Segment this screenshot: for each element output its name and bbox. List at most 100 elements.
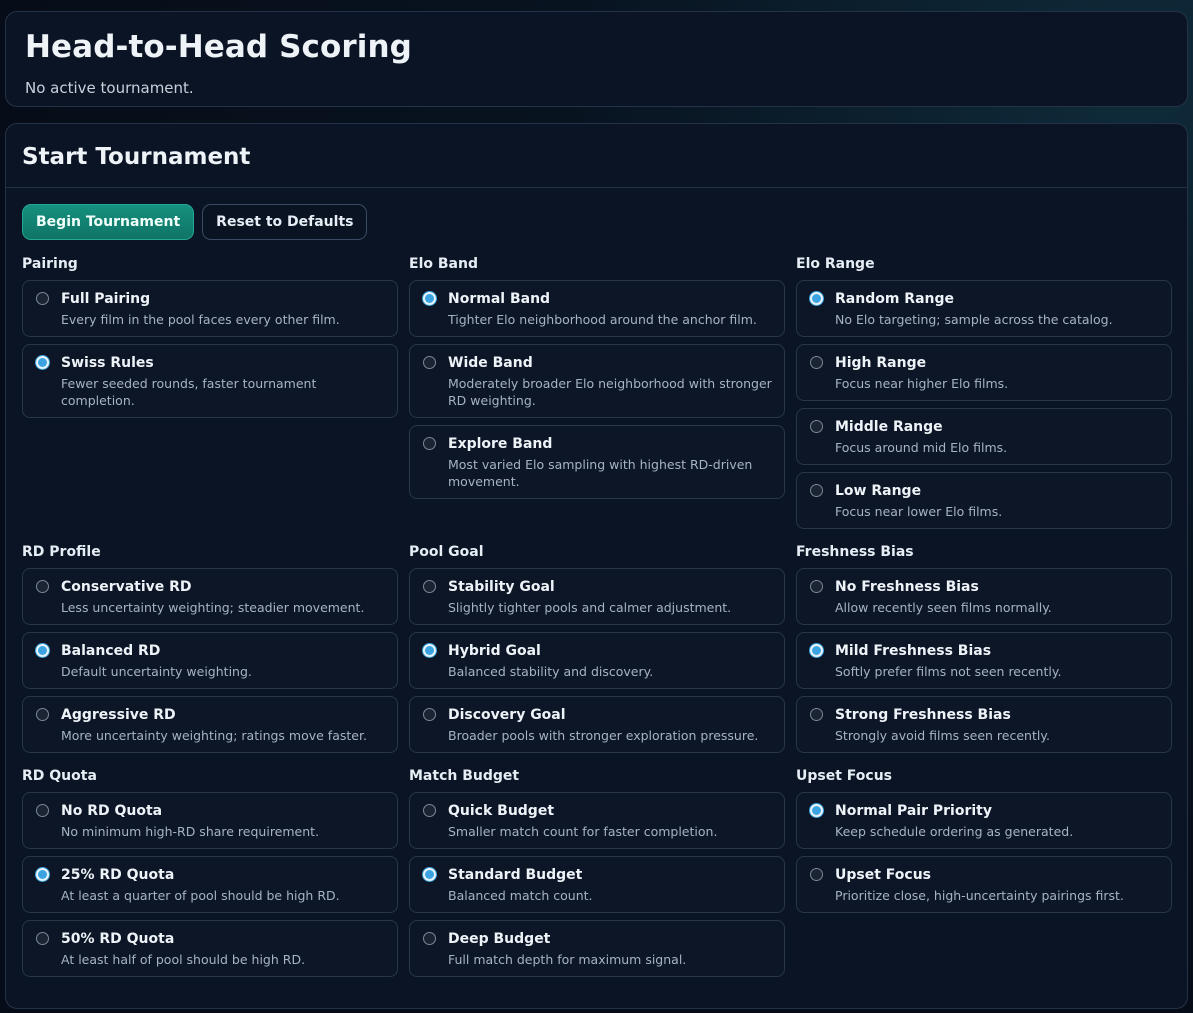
option-name: Stability Goal	[448, 579, 555, 595]
radio-icon[interactable]	[423, 868, 436, 881]
panel-title: Start Tournament	[22, 143, 251, 170]
start-tournament-panel: Start Tournament Begin Tournament Reset …	[5, 123, 1188, 1009]
option-name: Conservative RD	[61, 579, 192, 595]
option-low-range[interactable]: Low Range Focus near lower Elo films.	[796, 472, 1172, 529]
option-desc: No Elo targeting; sample across the cata…	[835, 312, 1113, 327]
option-desc: At least a quarter of pool should be hig…	[61, 888, 340, 903]
option-name: Hybrid Goal	[448, 643, 541, 659]
group-upset-focus: Upset Focus Normal Pair Priority Keep sc…	[796, 767, 1172, 920]
group-pool-goal: Pool Goal Stability Goal Slightly tighte…	[409, 543, 785, 760]
radio-icon[interactable]	[423, 804, 436, 817]
option-desc: Fewer seeded rounds, faster tournament c…	[61, 376, 317, 408]
option-normal-band[interactable]: Normal Band Tighter Elo neighborhood aro…	[409, 280, 785, 337]
option-name: Middle Range	[835, 419, 943, 435]
option-desc: Most varied Elo sampling with highest RD…	[448, 457, 753, 489]
radio-icon[interactable]	[810, 292, 823, 305]
option-high-range[interactable]: High Range Focus near higher Elo films.	[796, 344, 1172, 401]
option-desc: Balanced match count.	[448, 888, 593, 903]
radio-icon[interactable]	[423, 437, 436, 450]
option-normal-pair-priority[interactable]: Normal Pair Priority Keep schedule order…	[796, 792, 1172, 849]
option-random-range[interactable]: Random Range No Elo targeting; sample ac…	[796, 280, 1172, 337]
radio-icon[interactable]	[36, 292, 49, 305]
option-name: Upset Focus	[835, 867, 931, 883]
option-25-rd-quota[interactable]: 25% RD Quota At least a quarter of pool …	[22, 856, 398, 913]
radio-icon[interactable]	[423, 580, 436, 593]
option-conservative-rd[interactable]: Conservative RD Less uncertainty weighti…	[22, 568, 398, 625]
option-explore-band[interactable]: Explore Band Most varied Elo sampling wi…	[409, 425, 785, 499]
option-full-pairing[interactable]: Full Pairing Every film in the pool face…	[22, 280, 398, 337]
radio-icon[interactable]	[36, 644, 49, 657]
option-discovery-goal[interactable]: Discovery Goal Broader pools with strong…	[409, 696, 785, 753]
option-name: No Freshness Bias	[835, 579, 979, 595]
option-upset-focus[interactable]: Upset Focus Prioritize close, high-uncer…	[796, 856, 1172, 913]
option-name: Wide Band	[448, 355, 533, 371]
option-name: Full Pairing	[61, 291, 151, 307]
tournament-status: No active tournament.	[25, 79, 194, 97]
group-title: Elo Range	[796, 256, 875, 272]
option-desc: Broader pools with stronger exploration …	[448, 728, 759, 743]
radio-icon[interactable]	[810, 708, 823, 721]
option-no-rd-quota[interactable]: No RD Quota No minimum high-RD share req…	[22, 792, 398, 849]
radio-icon[interactable]	[810, 420, 823, 433]
radio-icon[interactable]	[810, 356, 823, 369]
radio-icon[interactable]	[423, 708, 436, 721]
option-balanced-rd[interactable]: Balanced RD Default uncertainty weightin…	[22, 632, 398, 689]
radio-icon[interactable]	[36, 804, 49, 817]
option-middle-range[interactable]: Middle Range Focus around mid Elo films.	[796, 408, 1172, 465]
option-desc: Every film in the pool faces every other…	[61, 312, 340, 327]
radio-icon[interactable]	[810, 868, 823, 881]
option-swiss-rules[interactable]: Swiss Rules Fewer seeded rounds, faster …	[22, 344, 398, 418]
radio-icon[interactable]	[36, 708, 49, 721]
radio-icon[interactable]	[36, 356, 49, 369]
radio-icon[interactable]	[36, 932, 49, 945]
group-title: RD Quota	[22, 768, 97, 784]
option-name: Normal Pair Priority	[835, 803, 992, 819]
radio-icon[interactable]	[423, 932, 436, 945]
radio-icon[interactable]	[36, 868, 49, 881]
option-50-rd-quota[interactable]: 50% RD Quota At least half of pool shoul…	[22, 920, 398, 977]
radio-icon[interactable]	[810, 804, 823, 817]
radio-icon[interactable]	[810, 484, 823, 497]
option-name: Explore Band	[448, 436, 553, 452]
option-no-freshness-bias[interactable]: No Freshness Bias Allow recently seen fi…	[796, 568, 1172, 625]
reset-defaults-button[interactable]: Reset to Defaults	[202, 204, 368, 240]
option-strong-freshness-bias[interactable]: Strong Freshness Bias Strongly avoid fil…	[796, 696, 1172, 753]
option-desc: Focus near higher Elo films.	[835, 376, 1009, 391]
option-deep-budget[interactable]: Deep Budget Full match depth for maximum…	[409, 920, 785, 977]
option-name: Normal Band	[448, 291, 551, 307]
option-mild-freshness-bias[interactable]: Mild Freshness Bias Softly prefer films …	[796, 632, 1172, 689]
option-quick-budget[interactable]: Quick Budget Smaller match count for fas…	[409, 792, 785, 849]
option-wide-band[interactable]: Wide Band Moderately broader Elo neighbo…	[409, 344, 785, 418]
option-standard-budget[interactable]: Standard Budget Balanced match count.	[409, 856, 785, 913]
option-name: Low Range	[835, 483, 922, 499]
radio-icon[interactable]	[423, 292, 436, 305]
radio-icon[interactable]	[423, 644, 436, 657]
option-desc: Smaller match count for faster completio…	[448, 824, 718, 839]
option-desc: Focus around mid Elo films.	[835, 440, 1008, 455]
option-name: Discovery Goal	[448, 707, 566, 723]
radio-icon[interactable]	[810, 644, 823, 657]
begin-tournament-button[interactable]: Begin Tournament	[22, 204, 195, 240]
option-desc: Slightly tighter pools and calmer adjust…	[448, 600, 732, 615]
option-name: Standard Budget	[448, 867, 583, 883]
group-title: Upset Focus	[796, 768, 892, 784]
group-title: Pool Goal	[409, 544, 484, 560]
option-stability-goal[interactable]: Stability Goal Slightly tighter pools an…	[409, 568, 785, 625]
option-desc: Prioritize close, high-uncertainty pairi…	[835, 888, 1124, 903]
group-title: RD Profile	[22, 544, 101, 560]
option-desc: Default uncertainty weighting.	[61, 664, 252, 679]
option-name: Aggressive RD	[61, 707, 176, 723]
option-hybrid-goal[interactable]: Hybrid Goal Balanced stability and disco…	[409, 632, 785, 689]
option-name: Deep Budget	[448, 931, 551, 947]
option-desc: Full match depth for maximum signal.	[448, 952, 687, 967]
option-desc: Strongly avoid films seen recently.	[835, 728, 1050, 743]
option-name: Swiss Rules	[61, 355, 154, 371]
radio-icon[interactable]	[36, 580, 49, 593]
option-aggressive-rd[interactable]: Aggressive RD More uncertainty weighting…	[22, 696, 398, 753]
group-title: Freshness Bias	[796, 544, 914, 560]
group-rd-quota: RD Quota No RD Quota No minimum high-RD …	[22, 767, 398, 984]
radio-icon[interactable]	[810, 580, 823, 593]
option-desc: Less uncertainty weighting; steadier mov…	[61, 600, 365, 615]
option-desc: Moderately broader Elo neighborhood with…	[448, 376, 772, 408]
radio-icon[interactable]	[423, 356, 436, 369]
